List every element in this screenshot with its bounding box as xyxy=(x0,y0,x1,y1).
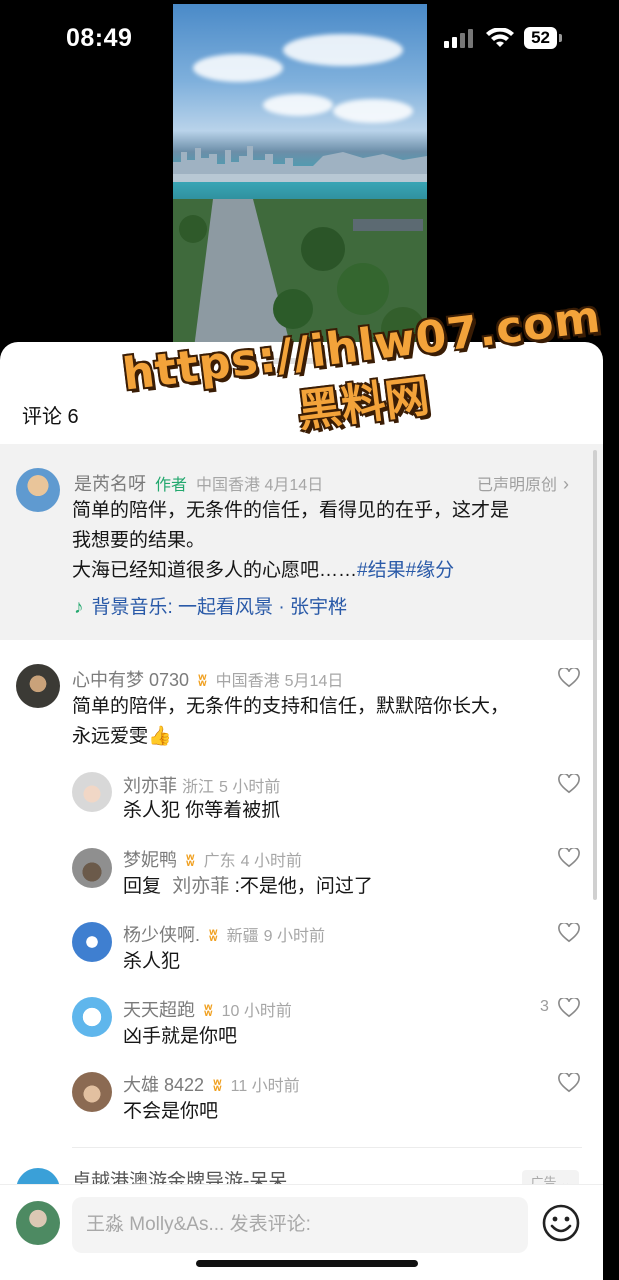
comment-sheet: 评论 6 是芮名呀 作者 中国香港 4月14日 已声明原创 简单的陪伴，无条件的… xyxy=(0,342,603,1280)
comment-username[interactable]: 是芮名呀 xyxy=(74,474,146,494)
fan-badge-icon: ʬ xyxy=(213,1078,222,1095)
fan-badge-icon: ʬ xyxy=(198,673,207,690)
signal-icon xyxy=(444,29,474,48)
comment-username[interactable]: 杨少侠啊. xyxy=(123,925,200,945)
fan-badge-icon: ʬ xyxy=(204,1003,213,1020)
comment-text: 简单的陪伴，无条件的支持和信任，默默陪你长大， 永远爱雯👍 xyxy=(72,696,510,747)
comment-username[interactable]: 梦妮鸭 xyxy=(123,850,177,870)
wifi-icon xyxy=(486,28,515,47)
status-time: 08:49 xyxy=(66,24,133,52)
avatar[interactable] xyxy=(72,997,112,1037)
comment-text: 杀人犯 xyxy=(123,951,181,972)
author-comment[interactable]: 是芮名呀 作者 中国香港 4月14日 已声明原创 简单的陪伴，无条件的信任，看得… xyxy=(0,444,603,640)
avatar[interactable] xyxy=(72,848,112,888)
background-music-link[interactable]: ♪ 背景音乐: 一起看风景 · 张宇桦 xyxy=(74,592,347,619)
avatar[interactable] xyxy=(72,772,112,812)
comment-username[interactable]: 心中有梦 0730 xyxy=(72,670,189,690)
comment-meta: 中国香港 4月14日 xyxy=(196,477,324,494)
music-note-icon: ♪ xyxy=(74,597,84,618)
comment-text: 凶手就是你吧 xyxy=(123,1026,238,1047)
author-tag: 作者 xyxy=(155,477,188,494)
like-heart-icon[interactable] xyxy=(558,846,580,868)
comment-text: 简单的陪伴，无条件的信任，看得见的在乎，这才是 我想要的结果。 大海已经知道很多… xyxy=(72,500,510,581)
like-heart-icon[interactable] xyxy=(558,1071,580,1093)
comment-username[interactable]: 刘亦菲 xyxy=(123,776,177,796)
comment-input[interactable]: 王淼 Molly&As... 发表评论: xyxy=(72,1197,528,1253)
battery-indicator: 52 xyxy=(524,27,562,49)
avatar[interactable] xyxy=(16,664,60,708)
like-heart-icon[interactable] xyxy=(558,666,580,688)
like-count: 3 xyxy=(540,998,549,1015)
comment-username[interactable]: 天天超跑 xyxy=(123,1000,195,1020)
hashtag-link[interactable]: #结果#缘分 xyxy=(357,560,454,581)
like-heart-icon[interactable] xyxy=(558,921,580,943)
comment-username[interactable]: 大雄 8422 xyxy=(123,1075,204,1095)
avatar[interactable] xyxy=(16,468,60,512)
comments-title: 评论 6 xyxy=(22,406,79,428)
avatar[interactable] xyxy=(16,1201,60,1245)
home-indicator[interactable] xyxy=(196,1260,418,1267)
scrollbar[interactable] xyxy=(593,450,597,900)
comment-text: 杀人犯 你等着被抓 xyxy=(123,800,281,821)
like-heart-icon[interactable] xyxy=(558,772,580,794)
fan-badge-icon: ʬ xyxy=(186,853,195,870)
fan-badge-icon: ʬ xyxy=(209,928,218,945)
comment-text: 不会是你吧 xyxy=(123,1101,219,1122)
divider xyxy=(72,1147,582,1148)
avatar[interactable] xyxy=(72,1072,112,1112)
original-declared-link[interactable]: 已声明原创 xyxy=(477,471,569,495)
like-heart-icon[interactable] xyxy=(558,996,580,1018)
emoji-icon[interactable] xyxy=(541,1203,581,1243)
video-thumbnail[interactable] xyxy=(173,4,427,356)
comment-text: 回复 刘亦菲 :不是他，问过了 xyxy=(123,876,373,897)
reply-to-username[interactable]: 刘亦菲 xyxy=(172,876,229,897)
avatar[interactable] xyxy=(72,922,112,962)
status-icons: 52 xyxy=(444,27,562,49)
